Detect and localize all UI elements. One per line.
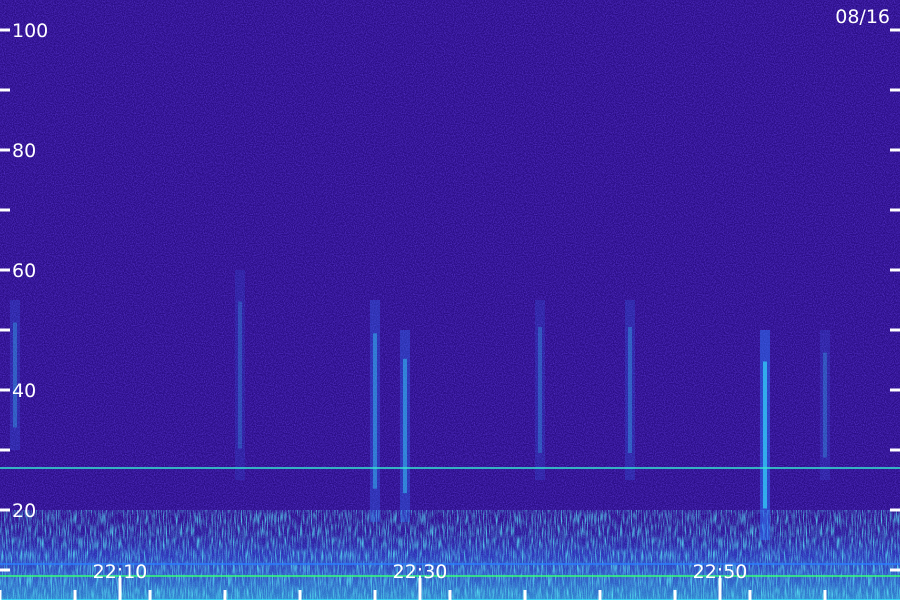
- y-tick-label: 40: [12, 380, 36, 402]
- burst-core: [628, 327, 632, 453]
- x-tick-label: 22:30: [393, 561, 448, 583]
- burst-core: [403, 358, 407, 494]
- burst-core: [763, 361, 767, 509]
- y-tick-label: 60: [12, 260, 36, 282]
- x-tick-label: 22:50: [693, 561, 748, 583]
- spectrogram-chart: 100 80 60 40 20 22:10 22:30 22:50 08/16: [0, 0, 900, 600]
- burst-core: [238, 301, 242, 449]
- date-label: 08/16: [835, 6, 890, 28]
- burst-core: [538, 327, 542, 453]
- x-tick-label: 22:10: [93, 561, 148, 583]
- burst-core: [373, 333, 377, 489]
- burst-core: [13, 322, 17, 428]
- y-tick-label: 20: [12, 500, 36, 522]
- burst-core: [823, 352, 827, 458]
- y-tick-label: 100: [12, 20, 48, 42]
- y-tick-label: 80: [12, 140, 36, 162]
